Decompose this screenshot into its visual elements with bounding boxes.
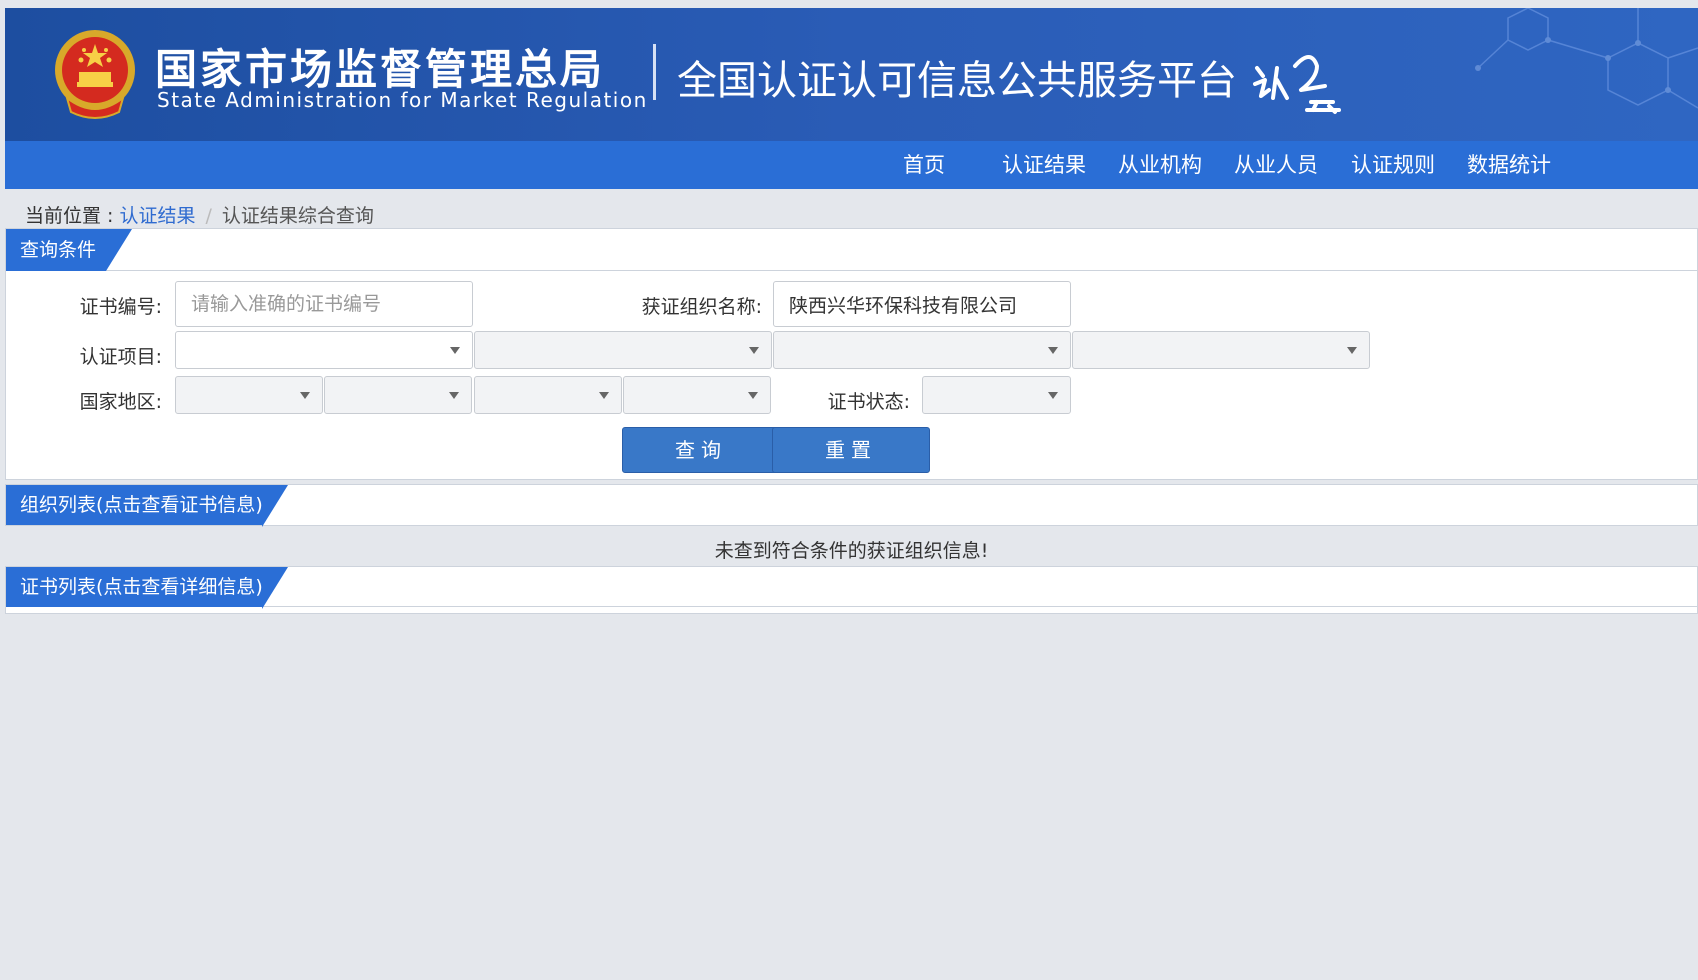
- nav-item-institutions[interactable]: 从业机构: [1118, 141, 1202, 189]
- chevron-down-icon: [599, 392, 609, 399]
- chevron-down-icon: [1347, 347, 1357, 354]
- project-label: 认证项目:: [79, 346, 162, 368]
- chevron-down-icon: [300, 392, 310, 399]
- page: 国家市场监督管理总局 State Administration for Mark…: [5, 8, 1698, 954]
- cert-list-title: 证书列表(点击查看详细信息): [6, 567, 288, 609]
- org-name-label: 获证组织名称:: [641, 296, 762, 318]
- region-select-3[interactable]: [474, 376, 622, 414]
- nav-item-personnel[interactable]: 从业人员: [1234, 141, 1318, 189]
- main-nav: 首页 认证结果 从业机构 从业人员 认证规则 数据统计: [5, 141, 1698, 189]
- chevron-down-icon: [749, 347, 759, 354]
- nav-item-cert-rules[interactable]: 认证规则: [1351, 141, 1435, 189]
- chevron-down-icon: [450, 347, 460, 354]
- national-emblem-icon: [55, 30, 135, 119]
- project-select-4[interactable]: [1072, 331, 1370, 369]
- platform-title: 全国认证认可信息公共服务平台: [677, 58, 1237, 104]
- chevron-down-icon: [1048, 347, 1058, 354]
- cert-status-select[interactable]: [922, 376, 1071, 414]
- project-select-1[interactable]: [175, 331, 473, 369]
- query-panel-title: 查询条件: [6, 229, 132, 271]
- query-panel: 查询条件 证书编号: 获证组织名称: 认证项目: 国家地区: 证书状态: 查询 …: [5, 228, 1698, 480]
- breadcrumb-label: 当前位置 :: [25, 205, 120, 227]
- query-panel-header: 查询条件: [6, 229, 1697, 271]
- reset-button[interactable]: 重置: [772, 427, 930, 473]
- cert-list-panel: 证书列表(点击查看详细信息): [5, 566, 1698, 614]
- project-select-3[interactable]: [773, 331, 1071, 369]
- cert-no-input[interactable]: [175, 281, 473, 327]
- org-list-title: 组织列表(点击查看证书信息): [6, 485, 288, 527]
- org-list-empty-message: 未查到符合条件的获证组织信息!: [714, 540, 989, 562]
- cert-status-label: 证书状态:: [827, 391, 910, 413]
- org-list-header: 组织列表(点击查看证书信息): [6, 485, 1697, 527]
- search-button[interactable]: 查询: [622, 427, 780, 473]
- chevron-down-icon: [748, 392, 758, 399]
- agency-name-en: State Administration for Market Regulati…: [157, 88, 648, 112]
- region-select-2[interactable]: [324, 376, 472, 414]
- org-name-input[interactable]: [773, 281, 1071, 327]
- cert-no-label: 证书编号:: [79, 296, 162, 318]
- nav-item-statistics[interactable]: 数据统计: [1467, 141, 1551, 189]
- header-divider: [653, 44, 656, 100]
- nav-item-home[interactable]: 首页: [903, 141, 945, 189]
- region-select-1[interactable]: [175, 376, 323, 414]
- breadcrumb-current: 认证结果综合查询: [221, 205, 374, 227]
- breadcrumb-link-cert-results[interactable]: 认证结果: [119, 205, 195, 227]
- renzheng-yun-logo-icon: [1253, 55, 1341, 114]
- breadcrumb-separator: /: [205, 205, 212, 227]
- site-header: 国家市场监督管理总局 State Administration for Mark…: [5, 8, 1698, 141]
- chevron-down-icon: [1048, 392, 1058, 399]
- nav-item-cert-results[interactable]: 认证结果: [1002, 141, 1086, 189]
- cert-list-header: 证书列表(点击查看详细信息): [6, 567, 1697, 609]
- region-select-4[interactable]: [623, 376, 771, 414]
- region-label: 国家地区:: [79, 391, 162, 413]
- chevron-down-icon: [449, 392, 459, 399]
- org-list-panel: 组织列表(点击查看证书信息): [5, 484, 1698, 527]
- project-select-2[interactable]: [474, 331, 772, 369]
